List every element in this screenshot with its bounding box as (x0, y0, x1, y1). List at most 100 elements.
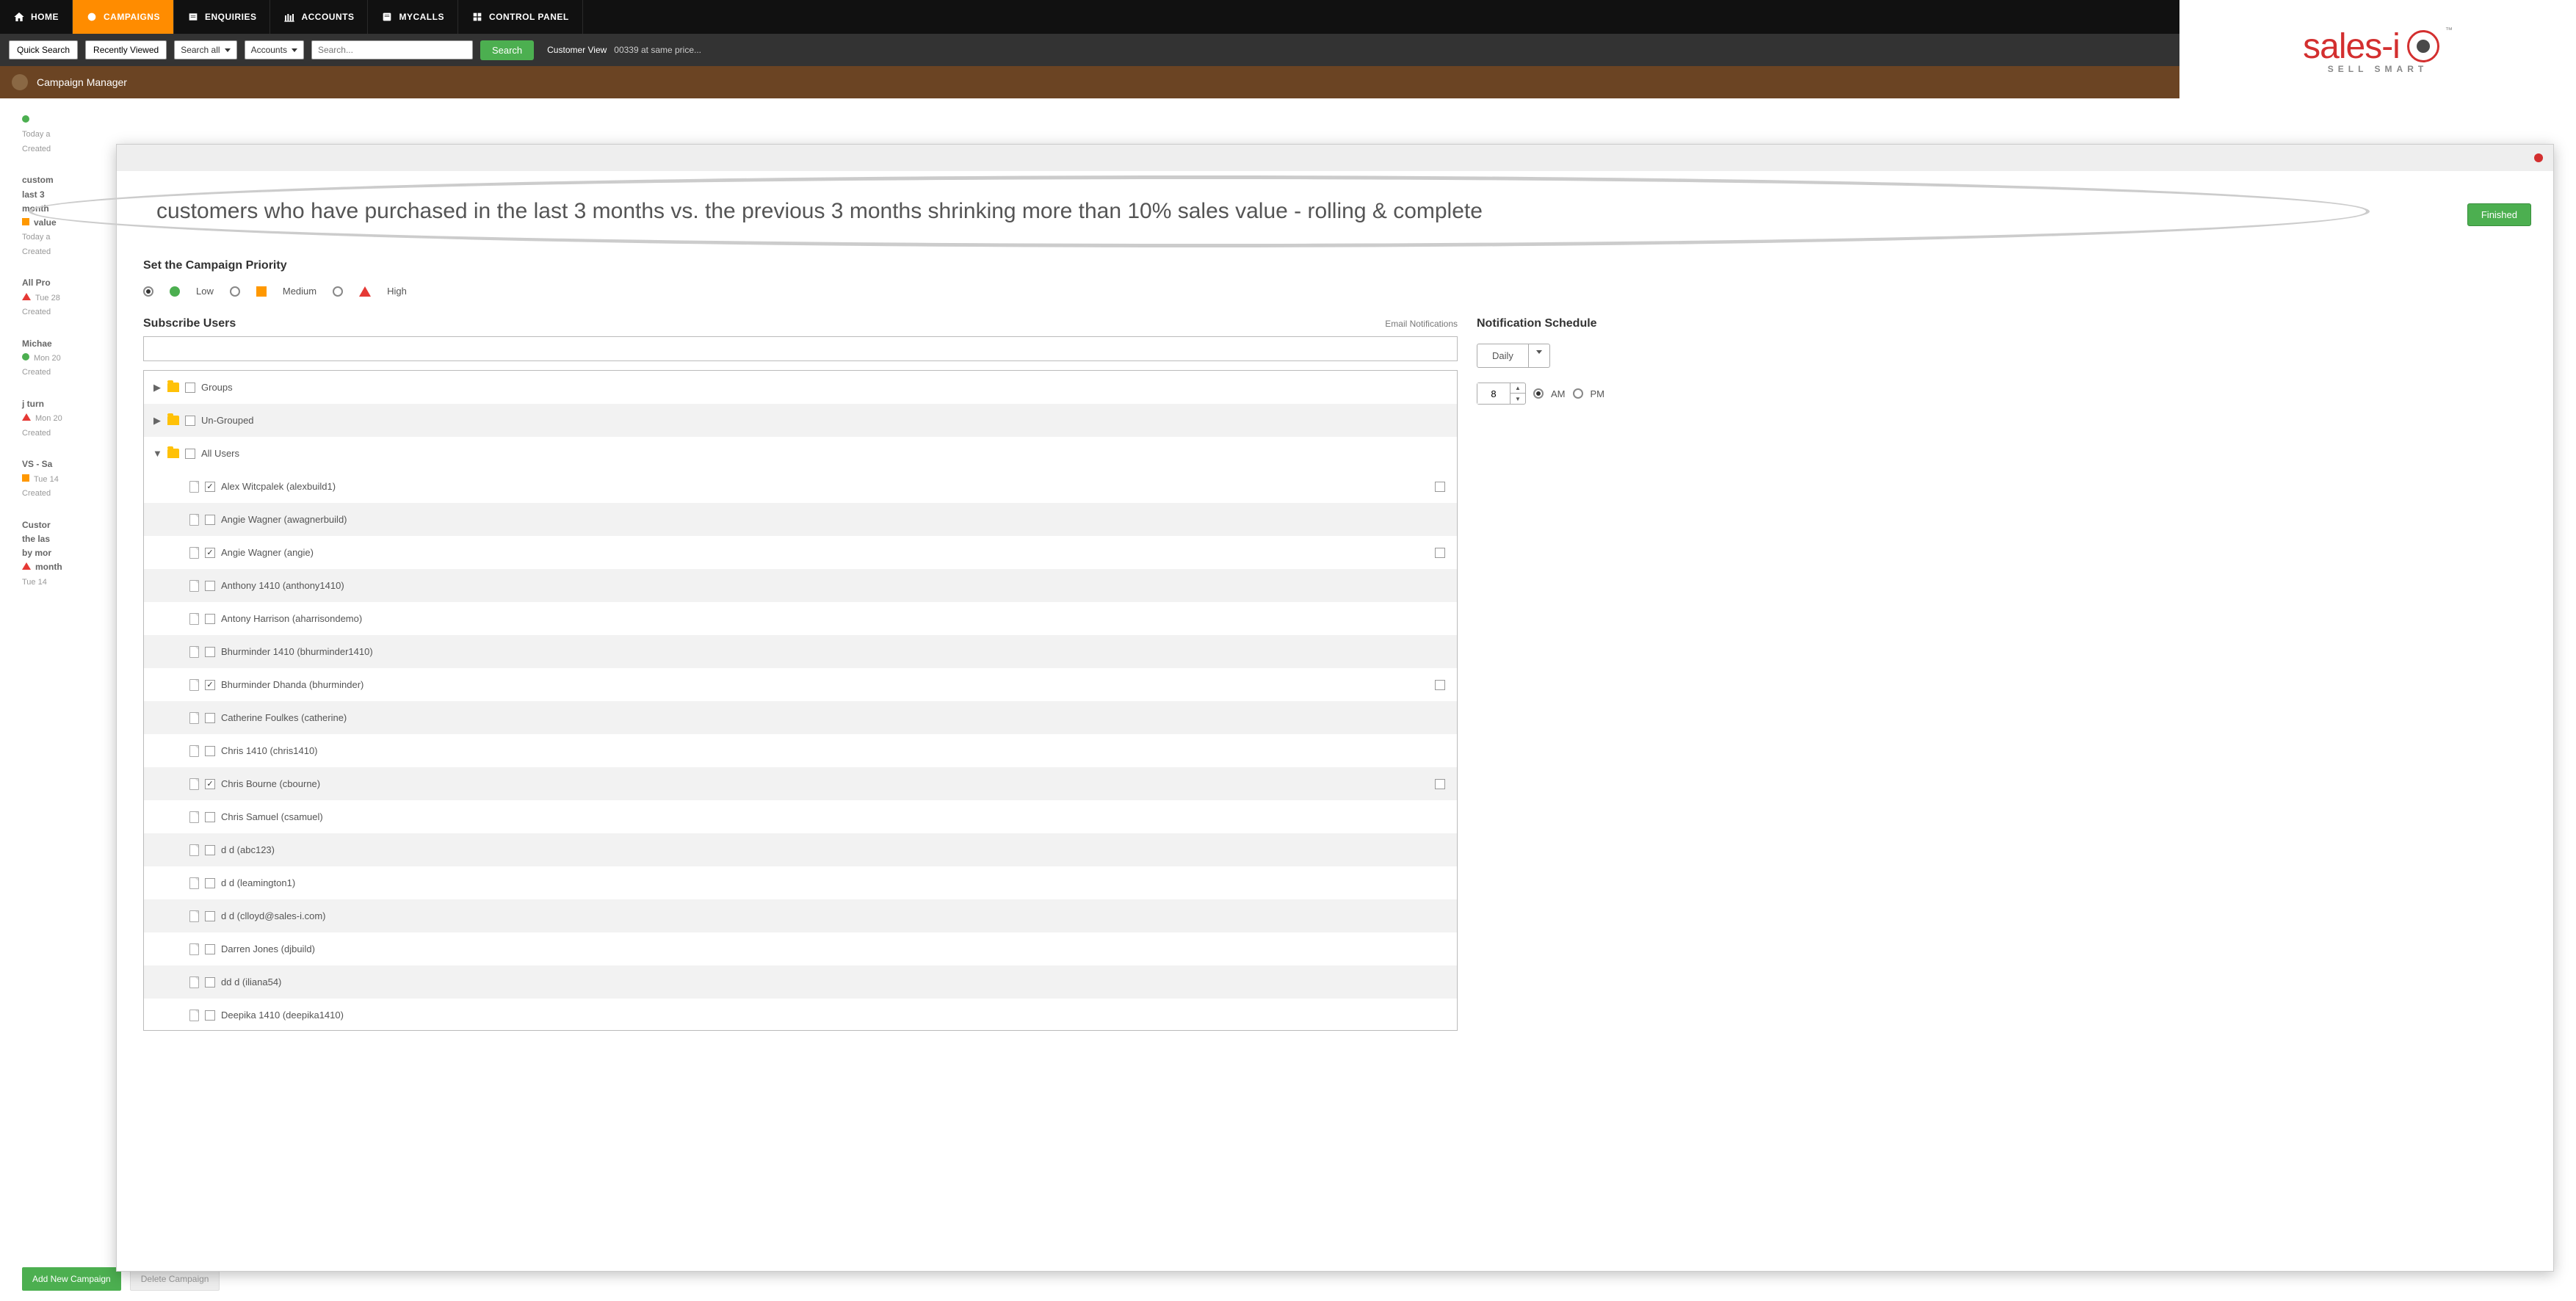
priority-low-icon (22, 353, 29, 360)
user-checkbox[interactable] (205, 713, 215, 723)
tree-user-row[interactable]: Chris Bourne (cbourne) (144, 767, 1457, 800)
caret-down-icon (1536, 350, 1542, 354)
user-checkbox[interactable] (205, 680, 215, 690)
tree-user-row[interactable]: Bhurminder Dhanda (bhurminder) (144, 668, 1457, 701)
tree-user-row[interactable]: Bhurminder 1410 (bhurminder1410) (144, 635, 1457, 668)
tree-group-ungrouped[interactable]: ▶ Un-Grouped (144, 404, 1457, 437)
tree-user-row[interactable]: Chris Samuel (csamuel) (144, 800, 1457, 833)
tree-user-row[interactable]: Antony Harrison (aharrisondemo) (144, 602, 1457, 635)
search-input[interactable] (311, 40, 473, 59)
list-item[interactable]: Today aCreated (22, 113, 110, 156)
nav-mycalls[interactable]: MYCALLS (368, 0, 458, 34)
user-checkbox[interactable] (205, 548, 215, 558)
frequency-select[interactable]: Daily (1477, 344, 1550, 368)
user-checkbox[interactable] (205, 845, 215, 855)
tree-user-row[interactable]: Chris 1410 (chris1410) (144, 734, 1457, 767)
user-checkbox[interactable] (205, 515, 215, 525)
tree-group-allusers[interactable]: ▼ All Users (144, 437, 1457, 470)
list-item[interactable]: VS - SaTue 14Created (22, 457, 110, 500)
doc-icon (189, 745, 199, 757)
user-checkbox[interactable] (205, 1010, 215, 1021)
nav-campaigns[interactable]: CAMPAIGNS (73, 0, 174, 34)
user-checkbox[interactable] (205, 911, 215, 921)
nav-control[interactable]: CONTROL PANEL (458, 0, 583, 34)
tree-user-row[interactable]: Alex Witcpalek (alexbuild1) (144, 470, 1457, 503)
tree-user-row[interactable]: Catherine Foulkes (catherine) (144, 701, 1457, 734)
nav-home[interactable]: HOME (0, 0, 73, 34)
user-label: d d (clloyd@sales-i.com) (221, 910, 326, 921)
user-checkbox[interactable] (205, 977, 215, 987)
list-item[interactable]: j turnMon 20Created (22, 397, 110, 440)
nav-accounts[interactable]: ACCOUNTS (270, 0, 368, 34)
brand-logo: sales-i (2303, 26, 2400, 67)
user-checkbox[interactable] (205, 746, 215, 756)
hour-down-button[interactable]: ▼ (1510, 394, 1525, 404)
priority-medium-radio[interactable] (230, 286, 240, 297)
search-button[interactable]: Search (480, 40, 534, 60)
expand-icon[interactable]: ▶ (153, 415, 162, 427)
doc-icon (189, 679, 199, 691)
hour-input[interactable] (1477, 383, 1510, 404)
user-checkbox[interactable] (205, 482, 215, 492)
user-filter-input[interactable] (143, 336, 1458, 361)
tree-user-row[interactable]: Angie Wagner (awagnerbuild) (144, 503, 1457, 536)
group-checkbox[interactable] (185, 449, 195, 459)
doc-icon (189, 910, 199, 922)
doc-icon (189, 778, 199, 790)
tree-user-row[interactable]: dd d (iliana54) (144, 965, 1457, 999)
recently-viewed-button[interactable]: Recently Viewed (85, 40, 167, 59)
list-item[interactable]: MichaeMon 20Created (22, 337, 110, 380)
email-checkbox[interactable] (1435, 779, 1445, 789)
tree-user-row[interactable]: Anthony 1410 (anthony1410) (144, 569, 1457, 602)
hour-up-button[interactable]: ▲ (1510, 383, 1525, 394)
priority-section-title: Set the Campaign Priority (143, 259, 2527, 272)
user-label: d d (leamington1) (221, 877, 295, 888)
priority-high-radio[interactable] (333, 286, 343, 297)
quick-search-button[interactable]: Quick Search (9, 40, 78, 59)
email-checkbox[interactable] (1435, 680, 1445, 690)
time-row: ▲▼ AM PM (1477, 383, 2527, 405)
user-checkbox[interactable] (205, 779, 215, 789)
folder-icon (167, 416, 179, 425)
folder-icon (167, 383, 179, 392)
tree-user-row[interactable]: d d (abc123) (144, 833, 1457, 866)
list-item[interactable]: All ProTue 28Created (22, 276, 110, 319)
user-label: Angie Wagner (awagnerbuild) (221, 514, 347, 525)
user-checkbox[interactable] (205, 614, 215, 624)
finished-button[interactable]: Finished (2467, 203, 2531, 226)
list-item[interactable]: Custorthe lasby mormonthTue 14 (22, 518, 110, 589)
tree-user-row[interactable]: d d (leamington1) (144, 866, 1457, 899)
search-type-dropdown[interactable]: Accounts (245, 40, 304, 59)
tree-user-row[interactable]: Angie Wagner (angie) (144, 536, 1457, 569)
group-checkbox[interactable] (185, 416, 195, 426)
list-item[interactable]: customlast 3monthvalueToday aCreated (22, 173, 110, 258)
user-checkbox[interactable] (205, 812, 215, 822)
search-scope-dropdown[interactable]: Search all (174, 40, 236, 59)
hour-spinner[interactable]: ▲▼ (1477, 383, 1526, 405)
user-checkbox[interactable] (205, 647, 215, 657)
priority-low-radio[interactable] (143, 286, 153, 297)
tree-user-row[interactable]: d d (clloyd@sales-i.com) (144, 899, 1457, 932)
add-campaign-button[interactable]: Add New Campaign (22, 1267, 121, 1291)
am-label: AM (1551, 388, 1566, 399)
expand-icon[interactable]: ▶ (153, 382, 162, 394)
user-tree[interactable]: ▶ Groups ▶ Un-Grouped ▼ (143, 370, 1458, 1031)
email-checkbox[interactable] (1435, 482, 1445, 492)
tree-user-row[interactable]: Darren Jones (djbuild) (144, 932, 1457, 965)
nav-enquiries-label: ENQUIRIES (205, 12, 257, 22)
tree-user-row[interactable]: Deepika 1410 (deepika1410) (144, 999, 1457, 1031)
user-checkbox[interactable] (205, 944, 215, 954)
priority-options: Low Medium High (143, 286, 2527, 297)
am-radio[interactable] (1533, 388, 1544, 399)
group-checkbox[interactable] (185, 383, 195, 393)
collapse-icon[interactable]: ▼ (153, 448, 162, 459)
pm-radio[interactable] (1573, 388, 1583, 399)
tree-group-groups[interactable]: ▶ Groups (144, 371, 1457, 404)
user-checkbox[interactable] (205, 581, 215, 591)
frequency-dropdown-toggle[interactable] (1528, 344, 1549, 367)
user-label: Alex Witcpalek (alexbuild1) (221, 481, 336, 492)
close-button[interactable] (2534, 153, 2543, 162)
nav-enquiries[interactable]: ENQUIRIES (174, 0, 271, 34)
email-checkbox[interactable] (1435, 548, 1445, 558)
user-checkbox[interactable] (205, 878, 215, 888)
